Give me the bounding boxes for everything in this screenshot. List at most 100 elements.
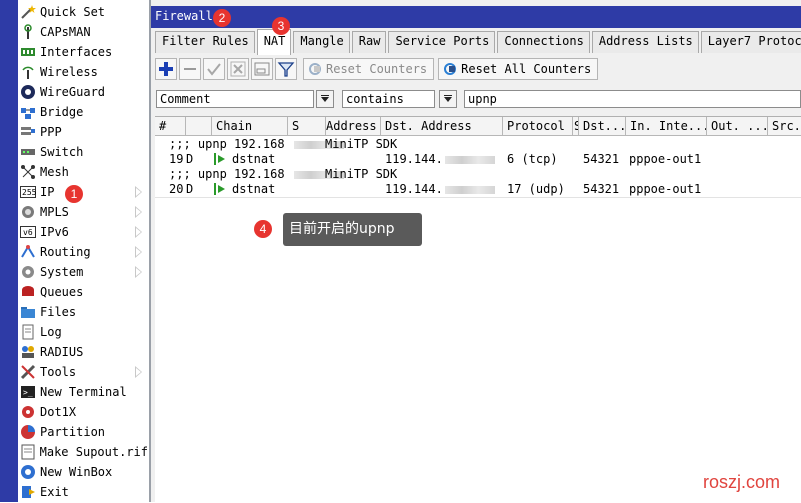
rule-dst-address: 119.144. <box>385 182 443 196</box>
sidebar-item-partition[interactable]: Partition <box>18 422 148 442</box>
col-protocol[interactable]: Protocol <box>503 117 573 135</box>
window-titlebar[interactable]: Firewall <box>151 6 801 28</box>
col-in-interface[interactable]: In. Inte... <box>626 117 707 135</box>
sidebar-item-ip[interactable]: 255 IP <box>18 182 148 202</box>
interfaces-icon <box>20 44 38 60</box>
sidebar-item-make-supout-rif[interactable]: Make Supout.rif <box>18 442 148 462</box>
rule-flag: D <box>186 152 194 166</box>
dst-address-redacted <box>443 181 495 197</box>
table-header: # Chain S Address Dst. Address Protocol … <box>155 117 801 136</box>
sidebar-item-exit[interactable]: Exit <box>18 482 148 502</box>
sidebar-item-queues[interactable]: Queues <box>18 282 148 302</box>
filter-icon <box>277 62 295 77</box>
sidebar-item-ppp[interactable]: PPP <box>18 122 148 142</box>
col-chain[interactable]: Chain <box>212 117 288 135</box>
sidebar-item-label: Files <box>40 305 77 319</box>
disable-button[interactable] <box>227 58 249 80</box>
filter-operator-select[interactable]: contains <box>342 90 435 108</box>
sidebar-item-ipv6[interactable]: v6 IPv6 <box>18 222 148 242</box>
sidebar-item-switch[interactable]: Switch <box>18 142 148 162</box>
col-out-interface[interactable]: Out. ... <box>707 117 768 135</box>
tab-filter-rules[interactable]: Filter Rules <box>155 31 255 53</box>
enable-button[interactable] <box>203 58 225 80</box>
sidebar-item-new-terminal[interactable]: >_ New Terminal <box>18 382 148 402</box>
comment-tail: MiniTP SDK <box>325 167 398 181</box>
comment-tail: MiniTP SDK <box>325 137 398 151</box>
rule-flag: D <box>186 182 194 196</box>
sidebar-item-tools[interactable]: Tools <box>18 362 148 382</box>
wireless-icon <box>20 64 38 80</box>
table-comment-row[interactable]: ;;; upnp 192.168 MiniTP SDK <box>155 136 801 152</box>
mesh-icon <box>20 164 38 180</box>
col-number[interactable]: # <box>155 117 186 135</box>
mpls-icon <box>20 204 38 220</box>
x-icon <box>230 61 246 77</box>
plus-icon <box>159 62 173 76</box>
sidebar-item-interfaces[interactable]: Interfaces <box>18 42 148 62</box>
col-dst-address[interactable]: Dst. Address <box>381 117 503 135</box>
sidebar-item-new-winbox[interactable]: New WinBox <box>18 462 148 482</box>
sidebar-item-label: Dot1X <box>40 405 77 419</box>
sidebar-item-radius[interactable]: RADIUS <box>18 342 148 362</box>
col-dst-port[interactable]: Dst... <box>579 117 626 135</box>
sidebar-item-quick-set[interactable]: Quick Set <box>18 2 148 22</box>
sidebar-item-dot1x[interactable]: Dot1X <box>18 402 148 422</box>
gear-icon <box>20 264 38 280</box>
add-button[interactable] <box>155 58 177 80</box>
reset-all-counters-button[interactable]: Reset All Counters <box>438 58 599 80</box>
table-row[interactable]: 19 D dstnat 119.144. 6 (tcp) 54321 pppoe… <box>155 151 801 167</box>
sidebar-item-label: IP <box>40 185 55 199</box>
col-src[interactable]: Src. <box>768 117 801 135</box>
sidebar-item-system[interactable]: System <box>18 262 148 282</box>
tab-layer7-protocols[interactable]: Layer7 Protocols <box>700 31 801 53</box>
winbox-icon <box>20 464 38 480</box>
sidebar-item-label: RADIUS <box>40 345 84 359</box>
comment-button[interactable] <box>251 58 273 80</box>
col-src-address[interactable]: Address <box>322 117 381 135</box>
sidebar-item-capsman[interactable]: CAPsMAN <box>18 22 148 42</box>
bridge-icon <box>20 104 38 120</box>
filter-field-dropdown[interactable] <box>316 90 334 108</box>
tab-mangle[interactable]: Mangle <box>293 31 350 53</box>
remove-button[interactable] <box>179 58 201 80</box>
col-src-address-prefix[interactable]: S <box>288 117 326 135</box>
dst-address-redacted <box>443 151 495 167</box>
tab-connections[interactable]: Connections <box>497 31 590 53</box>
tab-raw[interactable]: Raw <box>351 31 387 53</box>
rule-dst-address: 119.144. <box>385 152 443 166</box>
submenu-arrow-icon <box>135 246 142 258</box>
comment-icon <box>254 62 270 76</box>
sidebar-item-log[interactable]: Log <box>18 322 148 342</box>
filter-button[interactable] <box>275 58 297 80</box>
tab-service-ports[interactable]: Service Ports <box>388 31 496 53</box>
rule-in-interface: pppoe-out1 <box>629 152 702 166</box>
sidebar-item-label: IPv6 <box>40 225 69 239</box>
sidebar-item-routing[interactable]: Routing <box>18 242 148 262</box>
reset-counters-button[interactable]: Reset Counters <box>303 58 435 80</box>
col-flags[interactable] <box>186 117 212 135</box>
sidebar-item-wireguard[interactable]: WireGuard <box>18 82 148 102</box>
sidebar-item-label: Interfaces <box>40 45 113 59</box>
minus-icon <box>184 68 196 70</box>
submenu-arrow-icon <box>135 206 142 218</box>
ppp-icon <box>20 124 38 140</box>
sidebar-item-files[interactable]: Files <box>18 302 148 322</box>
sidebar-item-mesh[interactable]: Mesh <box>18 162 148 182</box>
svg-text:>_: >_ <box>23 388 33 397</box>
svg-text:v6: v6 <box>23 228 33 237</box>
rule-chain: dstnat <box>232 182 276 196</box>
sidebar-item-bridge[interactable]: Bridge <box>18 102 148 122</box>
radius-icon <box>20 344 38 360</box>
filter-operator-dropdown[interactable] <box>439 90 457 108</box>
reset-all-counters-icon <box>444 63 457 75</box>
filter-field-select[interactable]: Comment <box>156 90 314 108</box>
sidebar-item-mpls[interactable]: MPLS <box>18 202 148 222</box>
row-divider <box>155 197 801 198</box>
filter-value-input[interactable]: upnp <box>464 90 801 108</box>
sidebar-item-wireless[interactable]: Wireless <box>18 62 148 82</box>
ipv6-icon: v6 <box>20 224 38 240</box>
switch-icon <box>20 144 38 160</box>
tab-address-lists[interactable]: Address Lists <box>591 31 699 53</box>
table-comment-row[interactable]: ;;; upnp 192.168 MiniTP SDK <box>155 166 801 182</box>
table-row[interactable]: 20 D dstnat 119.144. 17 (udp) 54321 pppo… <box>155 181 801 197</box>
